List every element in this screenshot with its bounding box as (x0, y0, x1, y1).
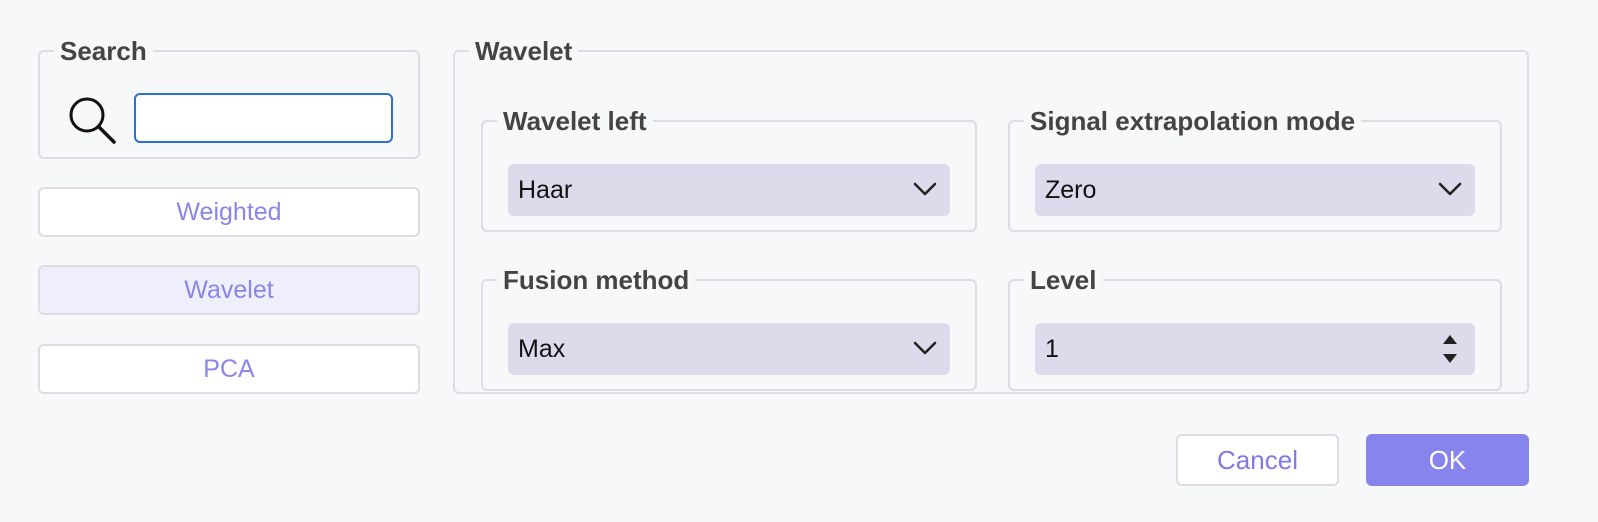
wavelet-panel: Wavelet Wavelet left Haar Signal extrapo… (453, 38, 1529, 394)
level-group: Level 1 (1008, 267, 1502, 391)
wavelet-left-select[interactable]: Haar (508, 164, 950, 216)
wavelet-left-value: Haar (518, 175, 573, 204)
chevron-down-icon (913, 182, 937, 196)
search-input[interactable] (134, 93, 393, 143)
search-legend: Search (60, 36, 147, 66)
wavelet-panel-legend: Wavelet (475, 36, 573, 66)
signal-extrapolation-select[interactable]: Zero (1035, 164, 1475, 216)
cancel-button[interactable]: Cancel (1176, 434, 1339, 486)
fusion-method-value: Max (518, 334, 566, 363)
fusion-method-select[interactable]: Max (508, 323, 950, 375)
search-group: Search (38, 38, 420, 159)
spin-arrows-icon[interactable] (1441, 331, 1459, 367)
level-legend: Level (1030, 265, 1097, 295)
signal-extrapolation-group: Signal extrapolation mode Zero (1008, 108, 1502, 232)
level-value: 1 (1045, 334, 1059, 363)
wavelet-button[interactable]: Wavelet (38, 265, 420, 315)
wavelet-left-group: Wavelet left Haar (481, 108, 977, 232)
fusion-method-group: Fusion method Max (481, 267, 977, 391)
wavelet-left-legend: Wavelet left (503, 106, 647, 136)
weighted-button[interactable]: Weighted (38, 187, 420, 237)
chevron-down-icon (1438, 182, 1462, 196)
signal-extrapolation-value: Zero (1045, 175, 1097, 204)
level-spinbox[interactable]: 1 (1035, 323, 1475, 375)
fusion-method-legend: Fusion method (503, 265, 690, 295)
chevron-down-icon (913, 341, 937, 355)
search-icon (69, 97, 116, 144)
pca-button[interactable]: PCA (38, 344, 420, 394)
ok-button[interactable]: OK (1366, 434, 1529, 486)
signal-extrapolation-legend: Signal extrapolation mode (1030, 106, 1356, 136)
